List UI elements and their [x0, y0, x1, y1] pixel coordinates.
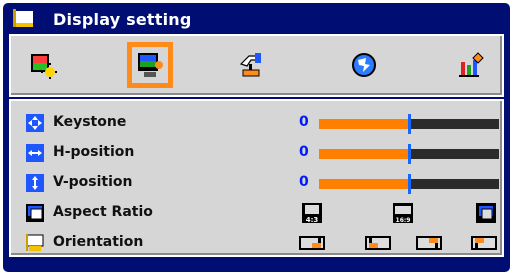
v-position-value: 0 [299, 174, 309, 190]
image-settings-icon [31, 54, 57, 79]
globe-icon [352, 53, 376, 77]
orientation-rear-ceiling-icon[interactable] [470, 232, 498, 254]
h-position-label: H-position [53, 144, 135, 160]
h-position-slider-marker[interactable] [408, 144, 411, 164]
v-position-row[interactable]: V-position 0 [11, 169, 502, 197]
h-position-slider-fill [319, 149, 409, 159]
advanced-bars-icon [459, 52, 484, 77]
aspect-ratio-label: Aspect Ratio [53, 204, 153, 220]
keystone-row[interactable]: Keystone 0 [11, 109, 502, 137]
v-position-icon [26, 174, 44, 192]
orientation-row[interactable]: Orientation [11, 229, 502, 257]
orientation-icon [26, 234, 44, 251]
keystone-slider-fill [319, 119, 409, 129]
orientation-label: Orientation [53, 234, 144, 250]
v-position-slider[interactable] [319, 174, 499, 194]
tab-display[interactable] [127, 42, 173, 88]
orientation-front-desktop-icon[interactable] [298, 232, 326, 254]
title-bar: Display setting [9, 5, 504, 33]
aspect-ratio-row[interactable]: Aspect Ratio 4:3 16:9 [11, 199, 502, 227]
v-position-slider-marker[interactable] [408, 174, 411, 194]
display-setting-icon [13, 9, 33, 27]
tab-image[interactable] [20, 42, 66, 88]
tab-strip [9, 34, 504, 97]
keystone-icon [26, 114, 44, 132]
h-position-row[interactable]: H-position 0 [11, 139, 502, 167]
tab-advanced[interactable] [448, 42, 494, 88]
aspect-4-3-icon[interactable]: 4:3 [301, 202, 323, 224]
setup-hand-icon [239, 53, 261, 77]
tab-language[interactable] [341, 42, 387, 88]
page-title: Display setting [53, 9, 192, 29]
h-position-icon [26, 144, 44, 162]
keystone-value: 0 [299, 114, 309, 130]
v-position-label: V-position [53, 174, 133, 190]
tab-setup[interactable] [227, 42, 273, 88]
osd-menu: Display setting Keystone 0 H-position 0 … [3, 3, 510, 272]
keystone-label: Keystone [53, 114, 127, 130]
svg-text:4:3: 4:3 [306, 216, 319, 224]
svg-text:16:9: 16:9 [396, 217, 411, 224]
h-position-slider[interactable] [319, 144, 499, 164]
keystone-slider-marker[interactable] [408, 114, 411, 134]
footer-bar [9, 255, 504, 271]
keystone-slider[interactable] [319, 114, 499, 134]
orientation-front-ceiling-icon[interactable] [415, 232, 443, 254]
aspect-native-icon[interactable] [475, 202, 497, 224]
display-screen-icon [138, 53, 163, 77]
aspect-16-9-icon[interactable]: 16:9 [392, 202, 414, 224]
v-position-slider-fill [319, 179, 409, 189]
orientation-rear-desktop-icon[interactable] [364, 232, 392, 254]
settings-panel: Keystone 0 H-position 0 V-position 0 Asp… [9, 99, 504, 257]
aspect-ratio-icon [26, 204, 44, 222]
h-position-value: 0 [299, 144, 309, 160]
